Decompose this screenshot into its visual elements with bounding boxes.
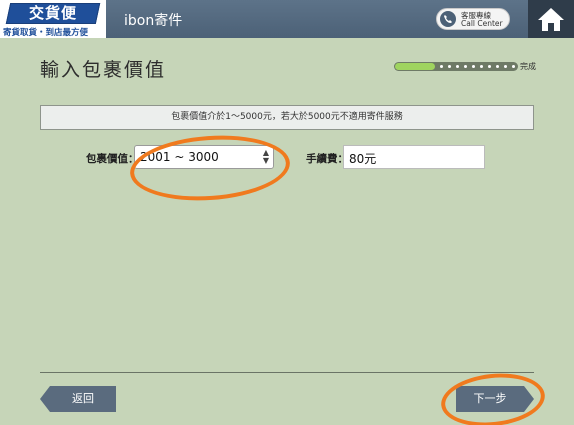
home-icon: [538, 8, 564, 31]
fee-label: 手續費：: [306, 153, 348, 165]
progress-dot: [504, 65, 507, 68]
progress-bar: [394, 62, 518, 71]
progress-dot: [464, 65, 467, 68]
progress-label: 完成: [520, 62, 536, 71]
progress-dot: [488, 65, 491, 68]
progress-dot: [472, 65, 475, 68]
fee-value: 80元: [349, 152, 377, 166]
call-center-label-en: Call Center: [461, 19, 503, 28]
progress-dot: [440, 65, 443, 68]
back-button-label: 返回: [50, 386, 116, 412]
notice-banner: 包裹價值介於1～5000元，若大於5000元不適用寄件服務: [40, 105, 534, 130]
progress-dot: [480, 65, 483, 68]
highlight-circle: [127, 130, 293, 206]
logo-title: 交貨便: [5, 3, 101, 24]
progress-dot: [448, 65, 451, 68]
package-value-label: 包裹價值：: [86, 153, 139, 165]
highlight-circle: [438, 368, 548, 425]
header-title: ibon寄件: [124, 13, 183, 29]
fee-field: 80元: [343, 145, 485, 169]
page-title: 輸入包裹價值: [40, 59, 167, 81]
phone-icon: [440, 11, 456, 27]
footer-divider: [40, 372, 534, 373]
progress-dot: [456, 65, 459, 68]
back-arrow-icon: [40, 386, 50, 412]
back-button[interactable]: 返回: [40, 386, 116, 412]
progress-fill: [395, 63, 435, 70]
call-center-button[interactable]: 客服專線 Call Center: [436, 8, 510, 30]
progress-dot: [496, 65, 499, 68]
logo: 交貨便 寄貨取貨・到店最方便: [0, 0, 106, 38]
logo-subtitle: 寄貨取貨・到店最方便: [3, 28, 89, 38]
top-bar: 交貨便 寄貨取貨・到店最方便 ibon寄件 客服專線 Call Center: [0, 0, 574, 38]
home-button[interactable]: [528, 0, 574, 38]
progress-dot: [512, 65, 515, 68]
